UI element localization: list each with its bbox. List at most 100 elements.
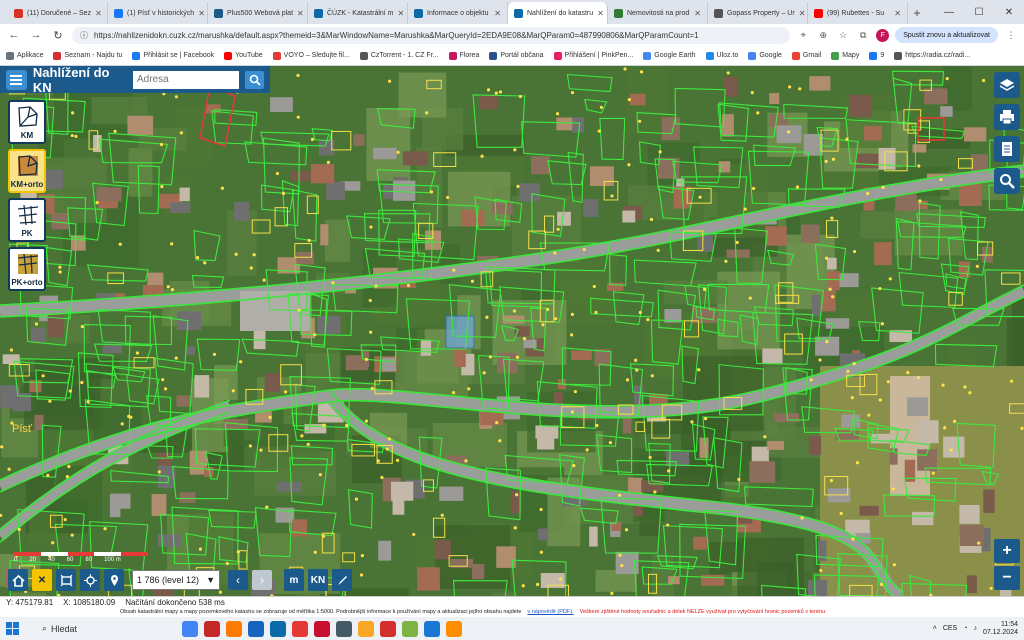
bookmark-item[interactable]: 9 (869, 51, 884, 60)
bookmark-item[interactable]: Google (748, 51, 782, 60)
browser-tab[interactable]: Gopass Property – Ur ✕ (708, 2, 808, 24)
locate-button[interactable] (80, 569, 100, 591)
maximize-icon[interactable]: ☐ (964, 0, 994, 24)
taskbar-app-icon[interactable] (446, 620, 462, 637)
hamburger-icon[interactable] (6, 69, 27, 90)
zoom-icon[interactable]: ⊕ (816, 28, 830, 42)
tab-close-icon[interactable]: ✕ (95, 9, 102, 18)
taskbar-app-icon[interactable] (314, 620, 330, 637)
bookmark-item[interactable]: YouTube (224, 51, 263, 60)
building-roof (769, 93, 780, 104)
map-search-button[interactable] (994, 168, 1020, 194)
close-icon[interactable]: ✕ (994, 0, 1024, 24)
clock-date: 07.12.2024 (982, 628, 1018, 636)
reload-icon[interactable]: ↻ (50, 27, 66, 43)
scale-select[interactable]: 1 786 (level 12) ▼ (132, 570, 220, 590)
taskbar-app-icon[interactable] (204, 620, 220, 637)
menu-dots-icon[interactable]: ⋮ (1004, 28, 1018, 42)
building-roof (391, 481, 414, 501)
windows-start-icon[interactable] (6, 621, 20, 636)
help-pdf-link[interactable]: v nápovědě (PDF). (527, 609, 573, 615)
avatar[interactable]: F (876, 28, 890, 42)
layer-km-button[interactable]: KM (8, 100, 46, 144)
taskbar-app-icon[interactable] (292, 620, 308, 637)
site-info-icon[interactable]: ⓘ (80, 30, 88, 41)
update-button[interactable]: Spustit znovu a aktualizovat (895, 27, 998, 43)
draw-button[interactable] (332, 569, 352, 591)
star-icon[interactable]: ☆ (836, 28, 850, 42)
layers-button[interactable] (994, 72, 1020, 98)
taskbar-app-icon[interactable] (248, 620, 264, 637)
layer-km-orto-button[interactable]: KM+orto (8, 149, 46, 193)
bookmark-item[interactable]: Google Earth (643, 51, 696, 60)
tab-close-icon[interactable]: ✕ (198, 9, 205, 18)
browser-tab[interactable]: Informace o objektu ✕ (408, 2, 508, 24)
zoom-extent-button[interactable] (56, 569, 76, 591)
back-icon[interactable]: ← (6, 27, 22, 43)
taskbar-app-icon[interactable] (226, 620, 242, 637)
browser-tab[interactable]: Plus500 Webová plat ✕ (208, 2, 308, 24)
cadastral-map[interactable] (0, 66, 1024, 596)
browser-tab[interactable]: (1) Písť v historických ✕ (108, 2, 208, 24)
browser-tab[interactable]: (11) Doručené – Sez ✕ (8, 2, 108, 24)
bookmark-item[interactable]: Mapy (831, 51, 859, 60)
address-search-input[interactable] (133, 70, 239, 89)
pin-button[interactable] (104, 569, 124, 591)
location-icon[interactable]: ⌖ (796, 28, 810, 42)
bookmark-item[interactable]: Portál občana (489, 51, 544, 60)
wifi-icon[interactable]: ◔ (963, 625, 967, 632)
zoom-in-button[interactable]: + (994, 539, 1020, 563)
info-button[interactable] (994, 136, 1020, 162)
tab-close-icon[interactable]: ✕ (894, 9, 901, 18)
tab-close-icon[interactable]: ✕ (494, 9, 501, 18)
minimize-icon[interactable]: — (934, 0, 964, 24)
bookmark-item[interactable]: https://radia.cz/radi... (894, 51, 970, 60)
taskbar-app-icon[interactable] (358, 620, 374, 637)
bookmark-item[interactable]: Přihlášení | PinkPen... (553, 51, 633, 60)
extensions-icon[interactable]: ⧉ (856, 28, 870, 42)
layer-pk-button[interactable]: PK (8, 198, 46, 242)
search-button[interactable] (245, 70, 265, 89)
tab-close-icon[interactable]: ✕ (297, 9, 304, 18)
home-button[interactable] (8, 569, 28, 591)
clock[interactable]: 11:54 07.12.2024 (983, 621, 1018, 637)
bookmark-item[interactable]: Aplikace (6, 51, 43, 60)
taskbar-search[interactable]: ⌕ Hledat (26, 620, 176, 637)
taskbar-app-icon[interactable] (270, 620, 286, 637)
measure-button[interactable]: m (284, 569, 304, 591)
forward-icon[interactable]: → (28, 27, 44, 43)
bookmark-item[interactable]: VOYO – Sledujte fil... (272, 51, 350, 60)
browser-tab[interactable]: ČÚZK - Katastrální m ✕ (308, 2, 408, 24)
tab-close-icon[interactable]: ✕ (694, 9, 701, 18)
bookmark-item[interactable]: Seznam - Najdu tu (53, 51, 122, 60)
tab-close-icon[interactable]: ✕ (597, 9, 604, 18)
taskbar-app-icon[interactable] (380, 620, 396, 637)
tab-close-icon[interactable]: ✕ (799, 9, 806, 18)
browser-tab[interactable]: (99) Rubettes - Su ✕ (808, 2, 908, 24)
bookmark-item[interactable]: Gmail (791, 51, 821, 60)
print-button[interactable] (994, 104, 1020, 130)
language-indicator[interactable]: CES (943, 625, 957, 632)
previous-view-button[interactable]: ‹ (228, 570, 248, 590)
layer-pk-orto-button[interactable]: PK+orto (8, 247, 46, 291)
next-view-button[interactable]: › (252, 570, 272, 590)
zoom-out-button[interactable]: − (994, 566, 1020, 590)
kn-button[interactable]: KN (308, 569, 328, 591)
volume-icon[interactable]: ♪ (973, 625, 977, 632)
browser-tab[interactable]: Nemovitosti na prod ✕ (608, 2, 708, 24)
parcel-number-marker (585, 448, 589, 452)
chevron-up-icon[interactable]: ˄ (933, 625, 937, 632)
new-tab-icon[interactable]: + (908, 2, 926, 24)
clear-button[interactable]: ✕ (32, 569, 52, 591)
bookmark-item[interactable]: CzTorrent - 1. CZ Fr... (359, 51, 439, 60)
address-bar[interactable]: ⓘ https://nahlizenidokn.cuzk.cz/marushka… (72, 26, 791, 44)
taskbar-app-icon[interactable] (336, 620, 352, 637)
browser-tab[interactable]: Nahlížení do katastru ✕ (508, 2, 608, 24)
bookmark-item[interactable]: Uloz.to (705, 51, 738, 60)
taskbar-app-icon[interactable] (182, 620, 198, 637)
tab-close-icon[interactable]: ✕ (398, 9, 405, 18)
bookmark-item[interactable]: Přihlásit se | Facebook (132, 51, 214, 60)
taskbar-app-icon[interactable] (402, 620, 418, 637)
bookmark-item[interactable]: Florea (448, 51, 479, 60)
taskbar-app-icon[interactable] (424, 620, 440, 637)
